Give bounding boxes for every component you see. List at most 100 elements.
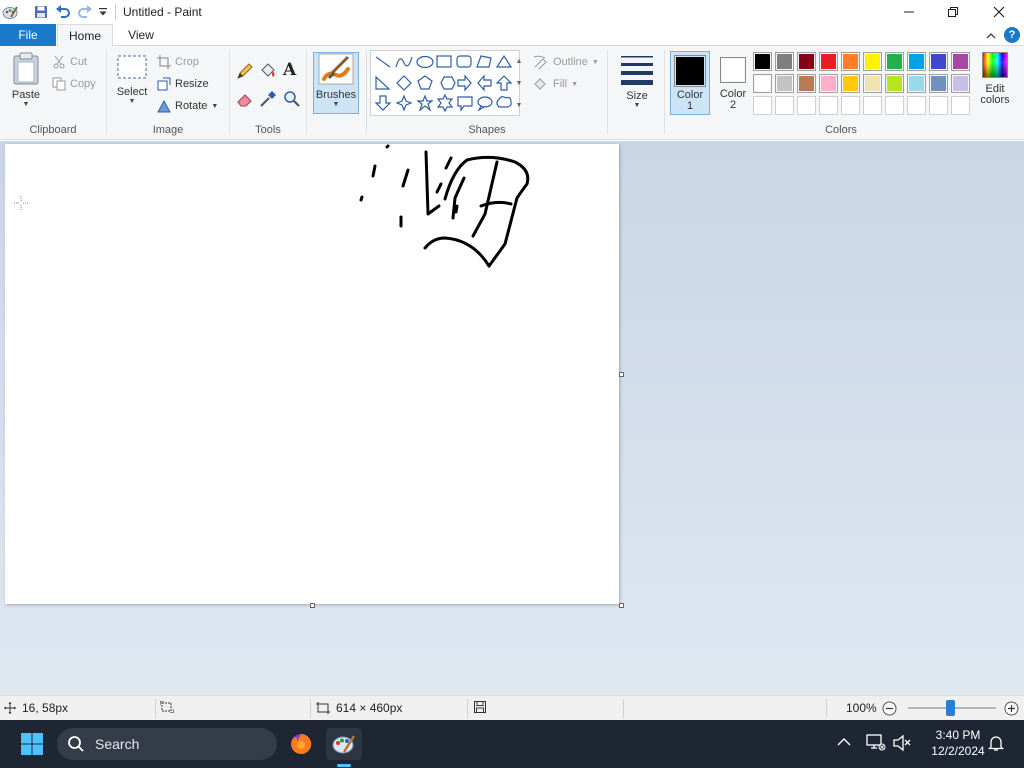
color-swatch[interactable] bbox=[819, 96, 838, 115]
color-swatch[interactable] bbox=[929, 52, 948, 71]
canvas-size-value: 614 × 460px bbox=[336, 701, 403, 715]
resize-button[interactable]: Resize bbox=[157, 74, 209, 94]
zoom-level-value: 100% bbox=[846, 701, 877, 715]
color-swatch[interactable] bbox=[841, 52, 860, 71]
color-swatch[interactable] bbox=[885, 74, 904, 93]
tab-view[interactable]: View bbox=[118, 24, 164, 46]
color-swatch[interactable] bbox=[819, 52, 838, 71]
shapes-gallery-scroll[interactable]: ▲ ▼ ▼ bbox=[513, 50, 525, 116]
color-swatch[interactable] bbox=[863, 74, 882, 93]
shapes-group: ▲ ▼ ▼ Outline ▼ Fill ▼ Shapes bbox=[367, 46, 607, 140]
color-swatch[interactable] bbox=[863, 52, 882, 71]
color-swatch[interactable] bbox=[951, 96, 970, 115]
canvas-resize-handle-right[interactable] bbox=[619, 372, 624, 377]
color-swatch[interactable] bbox=[907, 96, 926, 115]
cut-button[interactable]: Cut bbox=[52, 52, 87, 72]
undo-icon[interactable] bbox=[54, 3, 72, 21]
color1-button[interactable]: Color 1 bbox=[670, 51, 710, 115]
tab-file[interactable]: File bbox=[0, 24, 56, 46]
windows-logo-icon bbox=[21, 733, 43, 755]
select-dropdown-icon[interactable]: ▼ bbox=[129, 98, 136, 106]
color-swatch[interactable] bbox=[797, 96, 816, 115]
text-icon[interactable]: A bbox=[283, 60, 296, 80]
color-swatch[interactable] bbox=[775, 52, 794, 71]
show-hidden-icons-icon[interactable] bbox=[837, 736, 851, 750]
brushes-button[interactable]: Brushes ▼ bbox=[313, 52, 359, 114]
brushes-dropdown-icon[interactable]: ▼ bbox=[333, 101, 340, 109]
save-icon[interactable] bbox=[32, 3, 50, 21]
up-arrow-shape-icon bbox=[495, 75, 513, 91]
color-swatch[interactable] bbox=[775, 96, 794, 115]
color-swatch[interactable] bbox=[929, 74, 948, 93]
rotate-button[interactable]: Rotate ▼ bbox=[157, 96, 218, 116]
color-swatch[interactable] bbox=[907, 74, 926, 93]
network-icon[interactable] bbox=[866, 734, 886, 755]
crop-button[interactable]: Crop bbox=[157, 52, 199, 72]
color-swatch[interactable] bbox=[753, 52, 772, 71]
color-swatch[interactable] bbox=[775, 74, 794, 93]
maximize-button[interactable] bbox=[930, 0, 976, 24]
taskbar-clock[interactable]: 3:40 PM 12/2/2024 bbox=[918, 727, 998, 759]
taskbar-search[interactable]: Search bbox=[57, 728, 277, 760]
select-button[interactable]: Select ▼ bbox=[113, 54, 151, 106]
customize-quick-access-icon[interactable] bbox=[97, 3, 109, 21]
rotate-dropdown-icon[interactable]: ▼ bbox=[211, 103, 218, 110]
tab-home[interactable]: Home bbox=[57, 24, 113, 47]
color-swatch[interactable] bbox=[863, 96, 882, 115]
notifications-icon[interactable] bbox=[987, 734, 1005, 755]
redo-icon[interactable] bbox=[76, 3, 94, 21]
color-swatch[interactable] bbox=[907, 52, 926, 71]
outline-label: Outline bbox=[553, 56, 588, 68]
color-swatch[interactable] bbox=[951, 52, 970, 71]
edit-colors-button[interactable]: Edit colors bbox=[977, 52, 1013, 106]
paste-dropdown-icon[interactable]: ▼ bbox=[23, 101, 30, 109]
volume-muted-icon[interactable] bbox=[892, 734, 912, 755]
copy-button[interactable]: Copy bbox=[52, 74, 96, 94]
taskbar-paint[interactable] bbox=[326, 728, 362, 760]
fill-icon[interactable] bbox=[259, 62, 277, 83]
paste-button[interactable]: Paste ▼ bbox=[6, 52, 46, 109]
zoom-slider-thumb[interactable] bbox=[946, 700, 955, 716]
color-swatch[interactable] bbox=[797, 52, 816, 71]
drawing-canvas[interactable] bbox=[5, 144, 619, 604]
color-swatch[interactable] bbox=[885, 52, 904, 71]
color-swatch[interactable] bbox=[753, 96, 772, 115]
color-swatch[interactable] bbox=[753, 74, 772, 93]
rounded-rectangle-shape-icon bbox=[456, 55, 472, 68]
zoom-in-icon[interactable] bbox=[1004, 701, 1019, 719]
gallery-expand-icon[interactable]: ▼ bbox=[516, 102, 523, 109]
color-swatch[interactable] bbox=[797, 74, 816, 93]
restore-icon bbox=[948, 7, 958, 17]
outline-dropdown-icon[interactable]: ▼ bbox=[592, 59, 599, 66]
outline-button[interactable]: Outline ▼ bbox=[533, 52, 599, 72]
color2-button[interactable]: Color 2 bbox=[713, 51, 753, 115]
eraser-icon[interactable] bbox=[236, 90, 254, 111]
scroll-down-icon[interactable]: ▼ bbox=[516, 80, 523, 87]
close-button[interactable] bbox=[976, 0, 1022, 24]
scroll-up-icon[interactable]: ▲ bbox=[516, 58, 523, 65]
size-dropdown-icon[interactable]: ▼ bbox=[634, 102, 641, 110]
rectangle-shape-icon bbox=[436, 55, 452, 68]
color-swatch[interactable] bbox=[841, 74, 860, 93]
color-swatch[interactable] bbox=[819, 74, 838, 93]
color-swatch[interactable] bbox=[885, 96, 904, 115]
color-swatch[interactable] bbox=[929, 96, 948, 115]
fill-button[interactable]: Fill ▼ bbox=[533, 74, 578, 94]
fill-dropdown-icon[interactable]: ▼ bbox=[571, 81, 578, 88]
help-icon[interactable]: ? bbox=[1004, 27, 1020, 43]
color-swatch[interactable] bbox=[841, 96, 860, 115]
zoom-out-icon[interactable] bbox=[882, 701, 897, 719]
start-button[interactable] bbox=[14, 728, 50, 760]
pencil-icon[interactable] bbox=[236, 62, 254, 83]
color-picker-icon[interactable] bbox=[259, 90, 277, 111]
size-button[interactable]: Size ▼ bbox=[616, 54, 658, 110]
canvas-resize-handle-bottom[interactable] bbox=[310, 603, 315, 608]
minimize-button[interactable] bbox=[886, 0, 932, 24]
left-arrow-shape-icon bbox=[477, 74, 492, 92]
canvas-resize-handle-corner[interactable] bbox=[619, 603, 624, 608]
magnifier-icon[interactable] bbox=[283, 90, 301, 111]
collapse-ribbon-icon[interactable] bbox=[986, 29, 996, 43]
taskbar-firefox[interactable] bbox=[283, 728, 319, 760]
shapes-gallery bbox=[370, 50, 520, 116]
color-swatch[interactable] bbox=[951, 74, 970, 93]
